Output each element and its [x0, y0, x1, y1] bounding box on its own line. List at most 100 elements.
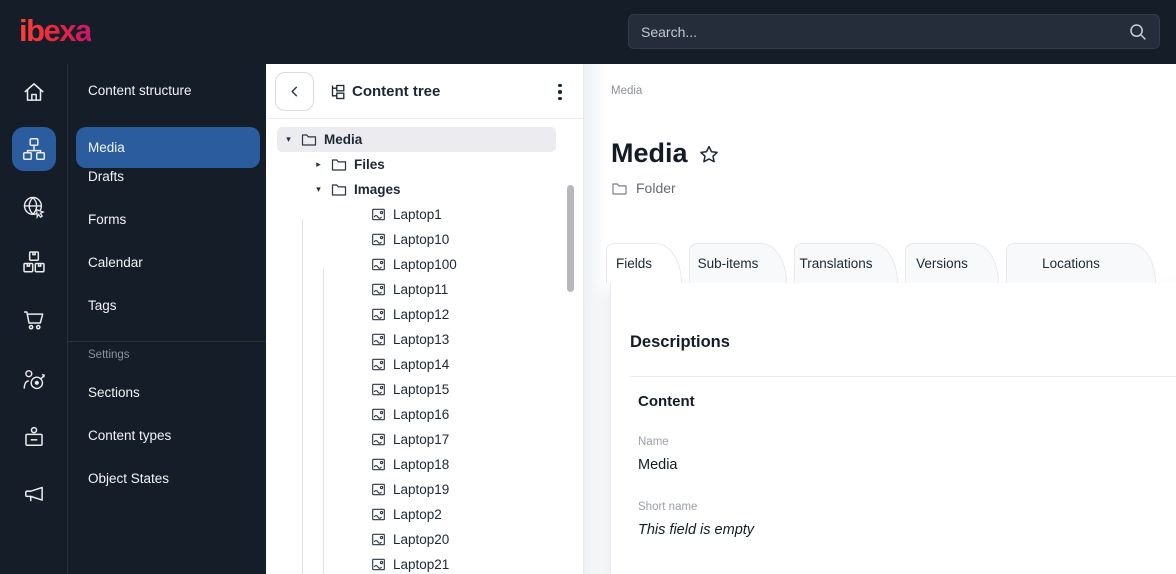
tree-row[interactable]: ▸ Laptop100: [277, 252, 556, 277]
sidebar-divider: [68, 341, 266, 342]
tab-label: Translations: [799, 256, 873, 271]
tree-row[interactable]: ▸ Laptop21: [277, 552, 556, 574]
image-icon: [372, 333, 385, 346]
sidebar-item[interactable]: Drafts: [88, 167, 256, 187]
tree-row-label: Laptop11: [393, 282, 449, 297]
tree-row[interactable]: ▸ Laptop16: [277, 402, 556, 427]
sidebar-item[interactable]: Content structure: [88, 81, 256, 101]
collapse-tree-button[interactable]: [275, 72, 314, 111]
tab-label: Locations: [1042, 256, 1100, 271]
section-heading: Descriptions: [630, 333, 730, 351]
tree-row-label: Laptop21: [393, 557, 450, 572]
sidebar-item[interactable]: Tags: [88, 296, 256, 316]
sidebar-item[interactable]: Content types: [88, 426, 256, 446]
field-label: Short name: [638, 501, 698, 513]
tree-row[interactable]: ▸ Files: [277, 152, 556, 177]
sidebar-item[interactable]: Forms: [88, 210, 256, 230]
tree-row[interactable]: ▸ Laptop2: [277, 502, 556, 527]
tree-row[interactable]: ▸ Laptop17: [277, 427, 556, 452]
tree-row-label: Images: [354, 182, 401, 197]
caret-down-icon[interactable]: ▾: [313, 184, 324, 195]
main-nav-rail: [0, 64, 68, 574]
global-search[interactable]: [628, 14, 1160, 49]
sidebar-item[interactable]: Media: [76, 127, 260, 168]
tree-row[interactable]: ▸ Laptop14: [277, 352, 556, 377]
tree-row[interactable]: ▸ Laptop11: [277, 277, 556, 302]
tree-rows: ▾ Media ▸ Files ▾ Images Laptop1 Laptop1…: [277, 127, 556, 574]
breadcrumb[interactable]: Media: [611, 85, 642, 97]
tree-row[interactable]: ▸ Laptop10: [277, 227, 556, 252]
personalization-icon[interactable]: [12, 358, 56, 402]
content-tree-header: Content tree: [266, 64, 583, 119]
image-icon: [372, 233, 385, 246]
page-title-text: Media: [611, 138, 688, 168]
tab[interactable]: Versions: [905, 243, 999, 283]
tab[interactable]: Translations: [794, 243, 898, 283]
image-icon: [372, 508, 385, 521]
tree-row-label: Files: [354, 157, 385, 172]
panel-shadow: [584, 64, 606, 574]
content-tree-body: ▾ Media ▸ Files ▾ Images Laptop1 Laptop1…: [266, 124, 583, 574]
sidebar-menu: Content structure Media Drafts Forms Calenda…: [68, 64, 266, 574]
site-globe-icon[interactable]: [12, 185, 56, 229]
folder-icon: [301, 134, 317, 146]
section-divider: [630, 376, 1176, 377]
ibexa-admin-app: ibexa Search... Content structure Media …: [0, 0, 1176, 574]
tree-row-label: Laptop20: [393, 532, 450, 547]
image-icon: [372, 433, 385, 446]
tree-options-kebab-icon[interactable]: [551, 82, 569, 102]
sidebar-item[interactable]: Calendar: [88, 253, 256, 273]
tab[interactable]: Sub-items: [689, 243, 787, 283]
tree-row[interactable]: ▾ Images: [277, 177, 556, 202]
tree-row[interactable]: ▸ Laptop18: [277, 452, 556, 477]
tab[interactable]: Fields: [606, 243, 682, 283]
image-icon: [372, 458, 385, 471]
tree-row[interactable]: ▸ Laptop19: [277, 477, 556, 502]
tree-row-label: Laptop10: [393, 232, 450, 247]
tree-scrollbar-thumb[interactable]: [567, 185, 574, 292]
tab[interactable]: Locations: [1006, 243, 1156, 283]
ibexa-logo[interactable]: ibexa: [19, 13, 92, 49]
caret-down-icon[interactable]: ▾: [283, 134, 294, 145]
admin-badge-icon[interactable]: [12, 415, 56, 459]
image-icon: [372, 408, 385, 421]
search-input[interactable]: [641, 23, 1129, 40]
sidebar-item[interactable]: Sections: [88, 383, 256, 403]
tab-label: Sub-items: [697, 256, 759, 271]
commerce-cart-icon[interactable]: [12, 298, 56, 342]
content-tree-title: Content tree: [352, 83, 441, 100]
content-structure-icon[interactable]: [12, 127, 56, 171]
bookmark-star-icon[interactable]: [697, 143, 721, 167]
folder-icon: [331, 159, 347, 171]
tree-row[interactable]: ▸ Laptop20: [277, 527, 556, 552]
content-type-row: Folder: [611, 180, 676, 196]
main-content: Media Media Folder Fields Sub-items Transl…: [584, 64, 1176, 574]
fields-list: Name Media Short name This field is empt…: [638, 436, 1170, 566]
field: Name Media: [638, 436, 1170, 473]
group-heading: Content: [638, 393, 695, 410]
product-catalog-icon[interactable]: [12, 240, 56, 284]
tree-row[interactable]: ▸ Laptop1: [277, 202, 556, 227]
caret-right-icon[interactable]: ▸: [313, 159, 324, 170]
content-tree-icon: [331, 84, 345, 100]
image-icon: [372, 533, 385, 546]
tree-row[interactable]: ▸ Laptop15: [277, 377, 556, 402]
page-title: Media: [611, 138, 721, 169]
tab-bar: Fields Sub-items Translations Versions Locat…: [606, 243, 1156, 283]
tree-row-label: Media: [324, 132, 363, 147]
sidebar-section-label: Settings: [88, 349, 130, 361]
tree-row-label: Laptop15: [393, 382, 450, 397]
tree-row[interactable]: ▾ Media: [277, 127, 556, 152]
tree-row[interactable]: ▸ Laptop13: [277, 327, 556, 352]
fields-tab-panel: Descriptions Content Name Media Short na…: [610, 283, 1176, 574]
image-icon: [372, 358, 385, 371]
tab-label: Versions: [916, 256, 968, 271]
home-icon[interactable]: [12, 70, 56, 114]
sidebar-item[interactable]: Object States: [88, 469, 256, 489]
tree-row-label: Laptop17: [393, 432, 450, 447]
tree-row-label: Laptop12: [393, 307, 450, 322]
tree-row[interactable]: ▸ Laptop12: [277, 302, 556, 327]
marketing-megaphone-icon[interactable]: [12, 472, 56, 516]
search-icon[interactable]: [1129, 23, 1147, 41]
tree-row-label: Laptop100: [393, 257, 457, 272]
